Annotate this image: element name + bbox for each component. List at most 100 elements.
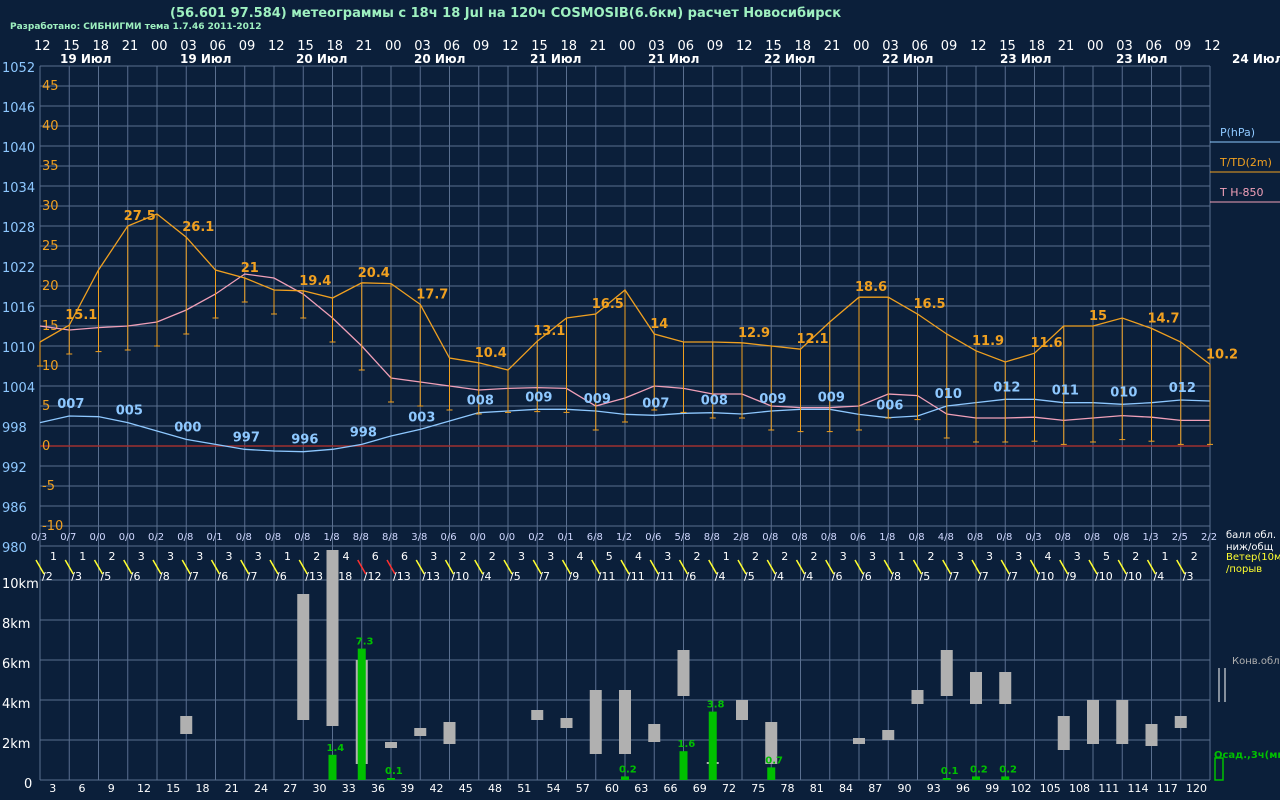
temperature-data-label: 20.4	[358, 266, 390, 281]
date-label: 20 Июл	[296, 52, 347, 66]
precipitation-bar	[357, 648, 366, 780]
cloud-cover-label: 0/8	[792, 532, 808, 543]
convective-cloud-bar	[589, 690, 602, 754]
wind-gust-label: /8	[159, 570, 170, 583]
time-tick-label: 09	[473, 39, 490, 54]
precipitation-bar	[972, 776, 980, 780]
wind-gust-label: /6	[276, 570, 287, 583]
pressure-tick-label: 1016	[2, 301, 35, 316]
pressure-data-label: 007	[57, 397, 84, 412]
height-tick-label: 2km	[2, 737, 30, 752]
lead-time-label: 39	[400, 782, 414, 795]
precipitation-bar	[621, 776, 629, 780]
temperature-data-label: 27.5	[124, 209, 156, 224]
lead-time-label: 108	[1069, 782, 1090, 795]
precipitation-label: 0.2	[970, 764, 988, 775]
pressure-data-label: 011	[1052, 384, 1079, 399]
pressure-data-label: 009	[584, 392, 611, 407]
wind-speed-label: 3	[430, 550, 437, 563]
lead-time-label: 78	[781, 782, 795, 795]
pressure-tick-label: 1004	[2, 381, 35, 396]
wind-speed-label: 1	[898, 550, 905, 563]
precipitation-label: 3.8	[707, 700, 725, 711]
temp-tick-label: -5	[42, 479, 55, 494]
temp-tick-label: 10	[42, 359, 59, 374]
wind-speed-label: 5	[606, 550, 613, 563]
wind-gust-label: /8	[890, 570, 901, 583]
convective-cloud-bar	[853, 738, 865, 744]
lead-time-label: 21	[225, 782, 239, 795]
pressure-data-label: 006	[876, 399, 903, 414]
precipitation-label: 0.2	[999, 764, 1017, 775]
lead-time-label: 87	[868, 782, 882, 795]
cloud-cover-label: 0/0	[470, 532, 486, 543]
cloud-cover-label: 2/5	[1172, 532, 1188, 543]
wind-gust-label: /4	[773, 570, 784, 583]
wind-gust-label: /11	[598, 570, 616, 583]
lead-time-label: 96	[956, 782, 970, 795]
temperature-data-label: 21	[241, 261, 259, 276]
wind-gust-label: /13	[305, 570, 323, 583]
legend-label: P(hPa)	[1220, 126, 1255, 139]
lead-time-label: 105	[1040, 782, 1061, 795]
lead-time-label: 54	[547, 782, 561, 795]
precip-legend-box	[1214, 757, 1224, 781]
wind-gust-label: /3	[71, 570, 82, 583]
date-label: 19 Июл	[180, 52, 231, 66]
precipitation-bar	[708, 711, 717, 780]
time-tick-label: 00	[151, 39, 168, 54]
cloud-cover-label: 4/8	[938, 532, 954, 543]
cloud-cover-label: 0/8	[762, 532, 778, 543]
lead-time-label: 63	[634, 782, 648, 795]
lead-time-label: 33	[342, 782, 356, 795]
wind-speed-label: 3	[1074, 550, 1081, 563]
time-tick-label: 09	[941, 39, 958, 54]
lead-time-label: 102	[1011, 782, 1032, 795]
precipitation-label: 1.6	[678, 739, 696, 750]
precipitation-bar	[942, 778, 951, 780]
wind-gust-label: /6	[686, 570, 697, 583]
pressure-data-label: 003	[408, 410, 435, 425]
wind-speed-label: 2	[1132, 550, 1139, 563]
convective-cloud-bar	[443, 722, 456, 744]
cloud-cover-label: 0/8	[177, 532, 193, 543]
pressure-tick-label: 1052	[2, 61, 35, 76]
lead-time-label: 90	[898, 782, 912, 795]
temp-tick-label: 30	[42, 199, 59, 214]
temp-tick-label: 25	[42, 239, 59, 254]
pressure-tick-label: 998	[2, 421, 27, 436]
time-tick-label: 21	[590, 39, 607, 54]
time-tick-label: 21	[824, 39, 841, 54]
convective-cloud-bar	[1057, 716, 1070, 750]
wind-gust-label: /10	[1095, 570, 1113, 583]
date-label: 20 Июл	[414, 52, 465, 66]
precipitation-label: 0.2	[619, 764, 637, 775]
lead-time-label: 57	[576, 782, 590, 795]
convective-cloud-bar	[970, 672, 982, 704]
wind-gust-label: /5	[920, 570, 931, 583]
cloud-cover-label: 0/8	[996, 532, 1012, 543]
legend-label: T H-850	[1219, 186, 1263, 199]
wind-gust-label: /7	[247, 570, 258, 583]
cloud-cover-label: 0/0	[90, 532, 106, 543]
pressure-tick-label: 1034	[2, 181, 35, 196]
temperature-data-label: 17.7	[416, 287, 448, 302]
cloud-cover-label: 0/8	[1113, 532, 1129, 543]
wind-gust-label: /13	[422, 570, 440, 583]
wind-gust-label: /7	[539, 570, 550, 583]
pressure-data-label: 000	[174, 420, 201, 435]
cloud-cover-label: 0/7	[60, 532, 76, 543]
lead-time-label: 9	[108, 782, 115, 795]
cloud-cover-label: 0/8	[265, 532, 281, 543]
cloud-cover-label: 1/3	[1143, 532, 1159, 543]
convective-cloud-bar	[999, 672, 1012, 704]
wind-speed-label: 2	[811, 550, 818, 563]
pressure-data-label: 010	[935, 387, 962, 402]
convective-cloud-bar	[531, 710, 544, 720]
time-tick-label: 21	[122, 39, 139, 54]
wind-gust-label: /6	[832, 570, 843, 583]
precipitation-label: 7.3	[356, 637, 374, 648]
cloud-cover-label: 0/8	[967, 532, 983, 543]
wind-gust-label: /6	[130, 570, 141, 583]
lead-time-label: 120	[1186, 782, 1207, 795]
